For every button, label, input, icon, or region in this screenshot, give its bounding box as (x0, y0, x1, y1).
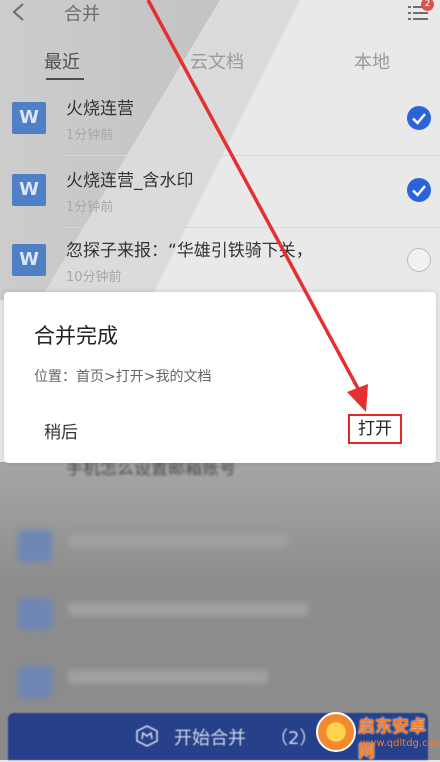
open-button[interactable]: 打开 (348, 414, 402, 444)
later-button[interactable]: 稍后 (44, 418, 78, 443)
word-doc-icon (18, 530, 52, 562)
top-bar: 合并 2 (0, 0, 440, 28)
back-arrow-icon[interactable] (10, 2, 28, 22)
list-item (0, 510, 440, 580)
checked-checkbox-icon[interactable] (407, 106, 431, 130)
dialog-location-text: 位置：首页>打开>我的文档 (34, 369, 212, 385)
file-row[interactable]: W 忽探子来报：“华雄引铁骑下关， 10分钟前 (0, 226, 440, 298)
selection-count-badge: 2 (421, 0, 434, 11)
word-doc-icon: W (12, 244, 46, 276)
file-name: 火烧连营 (66, 99, 134, 119)
file-time: 10分钟前 (66, 270, 122, 285)
tab-local[interactable]: 本地 (354, 48, 390, 74)
tab-bar: 最近 云文档 本地 (0, 40, 440, 80)
page-title: 合并 (64, 4, 100, 25)
file-time: 1分钟前 (66, 128, 114, 143)
file-name: 火烧连营_含水印 (66, 171, 194, 191)
dialog-title: 合并完成 (34, 324, 118, 348)
list-item (0, 578, 440, 648)
active-tab-indicator (46, 78, 84, 80)
word-doc-icon: W (12, 174, 46, 206)
tab-cloud-docs[interactable]: 云文档 (190, 48, 244, 74)
checked-checkbox-icon[interactable] (407, 178, 431, 202)
merge-complete-dialog: 合并完成 位置：首页>打开>我的文档 稍后 打开 (4, 292, 436, 463)
site-watermark: 启东安卓网 www.qdltdg.com (302, 708, 440, 762)
file-name: 忽探子来报：“华雄引铁骑下关， (66, 241, 313, 261)
watermark-logo-icon (316, 712, 356, 752)
file-row[interactable]: W 火烧连营 1分钟前 (0, 84, 440, 156)
unchecked-checkbox-icon[interactable] (407, 248, 431, 272)
word-doc-icon: W (12, 102, 46, 134)
word-doc-icon (18, 666, 52, 698)
watermark-title: 启东安卓网 (358, 717, 426, 762)
watermark-url: www.qdltdg.com (360, 738, 440, 749)
file-row[interactable]: W 火烧连营_含水印 1分钟前 (0, 156, 440, 228)
word-doc-icon (18, 598, 52, 630)
start-merge-label: 开始合并 (174, 728, 246, 749)
tab-recent[interactable]: 最近 (44, 48, 80, 74)
file-time: 1分钟前 (66, 200, 114, 215)
list-item (0, 646, 440, 716)
crown-badge-icon (136, 725, 158, 747)
